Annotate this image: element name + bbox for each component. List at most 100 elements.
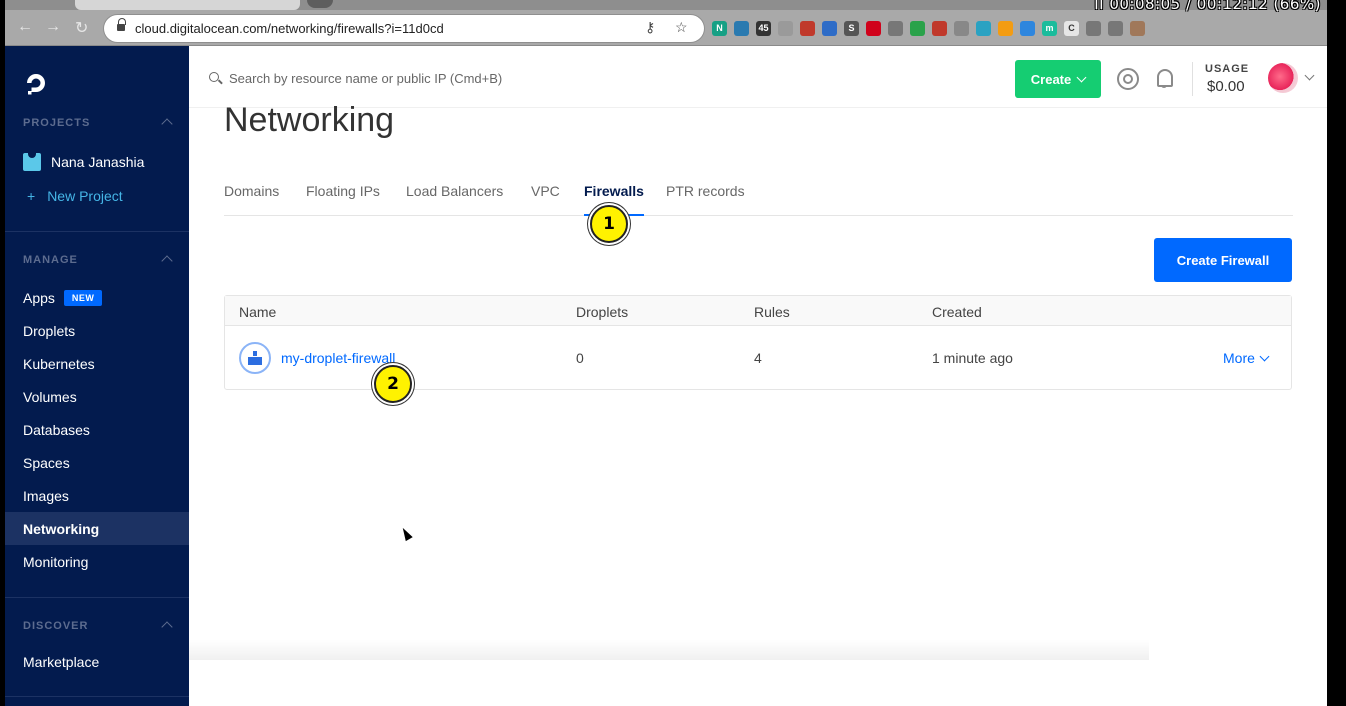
create-button[interactable]: Create (1015, 60, 1101, 98)
browser-tab[interactable] (75, 0, 300, 10)
sidebar-item-apps[interactable]: Apps NEW (5, 281, 189, 314)
bookmark-icon[interactable] (954, 20, 969, 36)
avatar[interactable] (1268, 63, 1298, 93)
sidebar-item-droplets[interactable]: Droplets (5, 314, 189, 347)
sidebar-item-label: Images (23, 487, 69, 504)
page-title: Networking (224, 101, 395, 139)
discover-collapse-icon[interactable] (161, 621, 173, 633)
m-icon[interactable]: m (1042, 20, 1057, 36)
step-marker-2: 2 (374, 365, 412, 403)
blue-icon[interactable] (1020, 20, 1035, 36)
new-tab-button[interactable] (307, 0, 333, 8)
new-project-label: New Project (47, 188, 123, 204)
sidebar-item-label: Droplets (23, 322, 76, 339)
plus-icon: + (27, 188, 36, 204)
projects-collapse-icon[interactable] (161, 118, 173, 130)
n-icon[interactable]: N (712, 20, 727, 36)
project-icon (23, 153, 41, 171)
sidebar-item-networking[interactable]: Networking (5, 512, 189, 545)
list-icon[interactable] (1108, 20, 1123, 36)
sidebar-item-label: Kubernetes (23, 355, 95, 372)
column-header-created[interactable]: Created (932, 304, 982, 320)
top-bar: Create USAGE $0.00 (189, 46, 1327, 108)
calendar-3d-icon[interactable] (822, 20, 837, 36)
sidebar-item-spaces[interactable]: Spaces (5, 446, 189, 479)
discover-section-label: DISCOVER (23, 620, 89, 632)
usage-value[interactable]: $0.00 (1207, 78, 1245, 95)
create-firewall-button[interactable]: Create Firewall (1154, 238, 1292, 282)
sidebar-item-label: Spaces (23, 454, 70, 471)
created-time: 1 minute ago (932, 350, 1013, 366)
sidebar-item-label: Volumes (23, 388, 77, 405)
sidebar-item-marketplace[interactable]: Marketplace (5, 645, 189, 678)
tab-vpc[interactable]: VPC (531, 183, 560, 216)
profile-icon[interactable] (1130, 20, 1145, 36)
chevron-down-icon[interactable] (1304, 70, 1315, 81)
red-shield-icon[interactable] (866, 20, 881, 36)
s-icon[interactable]: S (844, 20, 859, 36)
step-marker-1: 1 (590, 205, 628, 243)
reload-icon[interactable]: ↻ (75, 18, 88, 38)
projects-section-label: PROJECTS (23, 117, 91, 129)
search-icon (209, 72, 219, 82)
back-icon[interactable]: ← (17, 18, 33, 36)
project-nana-janashia[interactable]: Nana Janashia (23, 153, 144, 171)
footer-shadow (189, 640, 1149, 660)
networking-tabs: Domains Floating IPs Load Balancers VPC … (224, 172, 1293, 216)
lock-icon (117, 18, 126, 32)
recording-timer: II 00:08:05 / 00:12:12 (66%) (1094, 0, 1321, 13)
new-badge: NEW (63, 289, 103, 306)
tab-ptr-records[interactable]: PTR records (666, 183, 745, 216)
droplets-count: 0 (576, 350, 584, 366)
drive-icon[interactable] (910, 20, 925, 36)
star-icon[interactable]: ☆ (675, 19, 688, 36)
address-bar[interactable]: cloud.digitalocean.com/networking/firewa… (104, 15, 704, 42)
support-icon[interactable] (1117, 68, 1139, 90)
tab-floating-ips[interactable]: Floating IPs (306, 183, 380, 216)
more-label: More (1223, 350, 1255, 366)
sidebar-item-monitoring[interactable]: Monitoring (5, 545, 189, 578)
divider (1192, 62, 1193, 96)
column-header-rules[interactable]: Rules (754, 304, 790, 320)
more-dropdown[interactable]: More (1223, 350, 1270, 366)
bell-icon[interactable] (1154, 67, 1174, 89)
chevron-down-icon (1259, 351, 1270, 361)
puzzle-icon[interactable] (1086, 20, 1101, 36)
eyedropper-icon[interactable] (976, 20, 991, 36)
firewall-name-link[interactable]: my-droplet-firewall (281, 350, 395, 366)
tab-load-balancers[interactable]: Load Balancers (406, 183, 503, 216)
rules-count: 4 (754, 350, 762, 366)
sidebar-item-databases[interactable]: Databases (5, 413, 189, 446)
count-icon[interactable]: 45 (756, 20, 771, 36)
tab-domains[interactable]: Domains (224, 183, 279, 216)
project-name: Nana Janashia (51, 154, 145, 170)
sidebar-item-kubernetes[interactable]: Kubernetes (5, 347, 189, 380)
search-input[interactable] (229, 68, 729, 88)
play-icon[interactable] (932, 20, 947, 36)
sidebar-divider (5, 231, 189, 232)
grey-icon[interactable] (778, 20, 793, 36)
react-icon[interactable] (888, 20, 903, 36)
column-header-droplets[interactable]: Droplets (576, 304, 628, 320)
sidebar-item-label: Apps (23, 289, 55, 306)
sidebar-item-volumes[interactable]: Volumes (5, 380, 189, 413)
firewall-icon (239, 342, 271, 374)
circle-blue-icon[interactable] (734, 20, 749, 36)
manage-collapse-icon[interactable] (161, 255, 173, 267)
c-icon[interactable]: C (1064, 20, 1079, 36)
orange-icon[interactable] (998, 20, 1013, 36)
sidebar-item-images[interactable]: Images (5, 479, 189, 512)
forward-icon[interactable]: → (45, 18, 61, 36)
digitalocean-logo-icon[interactable] (23, 70, 49, 96)
browser-window: ← → ↻ cloud.digitalocean.com/networking/… (5, 0, 1327, 706)
sidebar-item-label: Networking (23, 520, 100, 537)
extensions-bar: N 45 Sm C (712, 19, 1145, 37)
sidebar-item-label: Marketplace (23, 653, 100, 670)
url-text[interactable]: cloud.digitalocean.com/networking/firewa… (135, 21, 444, 36)
column-header-name[interactable]: Name (239, 304, 276, 320)
key-icon[interactable]: ⚷ (645, 19, 655, 36)
sidebar-item-label: Databases (23, 421, 90, 438)
calendar-icon[interactable] (800, 20, 815, 36)
sidebar-item-label: Monitoring (23, 553, 89, 570)
new-project-link[interactable]: + New Project (27, 188, 123, 204)
